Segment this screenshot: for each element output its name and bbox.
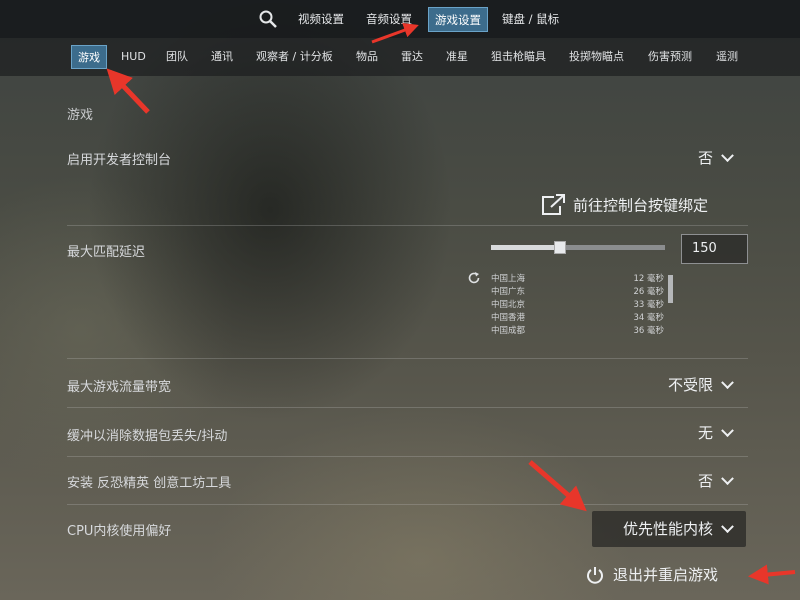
bandwidth-value: 不受限 <box>667 376 713 394</box>
max-ping-input[interactable]: 150 <box>681 234 748 264</box>
server-name: 中国成都 <box>491 326 526 336</box>
tab-audio-settings[interactable]: 音频设置 <box>360 7 418 32</box>
chevron-down-icon <box>721 520 734 534</box>
subtab-radar[interactable]: 雷达 <box>395 45 429 69</box>
server-ping-row: 中国广东 26 毫秒 <box>491 286 666 299</box>
server-name: 中国上海 <box>491 274 526 284</box>
server-name: 中国北京 <box>491 300 526 310</box>
restart-game-label: 退出并重启游戏 <box>613 566 719 584</box>
max-ping-label: 最大匹配延迟 <box>67 245 146 260</box>
tab-keyboard-mouse[interactable]: 键盘 / 鼠标 <box>496 7 565 32</box>
subtab-team[interactable]: 团队 <box>160 45 194 69</box>
subtab-telemetry[interactable]: 遥测 <box>710 45 744 69</box>
tab-video-settings[interactable]: 视频设置 <box>292 7 350 32</box>
settings-category-bar: 游戏 HUD 团队 通讯 观察者 / 计分板 物品 雷达 准星 狙击枪瞄具 投掷… <box>0 38 800 76</box>
subtab-game[interactable]: 游戏 <box>71 45 107 69</box>
slider-fill <box>491 245 561 250</box>
section-title: 游戏 <box>67 108 94 123</box>
max-ping-slider[interactable] <box>491 245 665 250</box>
search-icon[interactable] <box>258 9 278 29</box>
server-ping: 34 毫秒 <box>633 313 664 323</box>
subtab-communication[interactable]: 通讯 <box>205 45 239 69</box>
server-ping-row: 中国北京 33 毫秒 <box>491 299 666 312</box>
chevron-down-icon <box>721 424 734 438</box>
buffer-label: 缓冲以消除数据包丢失/抖动 <box>67 429 228 444</box>
annotation-arrow <box>748 564 796 585</box>
subtab-sniper-scope[interactable]: 狙击枪瞄具 <box>485 45 552 69</box>
annotation-arrow <box>528 460 587 512</box>
subtab-grenade-aim[interactable]: 投掷物瞄点 <box>563 45 630 69</box>
buffer-value: 无 <box>697 424 713 442</box>
divider <box>67 456 748 457</box>
server-ping-row: 中国香港 34 毫秒 <box>491 312 666 325</box>
server-list-scrollbar[interactable] <box>668 275 673 303</box>
cpu-preference-dropdown[interactable]: 优先性能内核 <box>592 511 746 547</box>
buffer-dropdown[interactable]: 无 <box>697 418 734 448</box>
server-ping-row: 中国成都 36 毫秒 <box>491 325 666 338</box>
subtab-items[interactable]: 物品 <box>350 45 384 69</box>
bandwidth-label: 最大游戏流量带宽 <box>67 380 172 395</box>
subtab-spectator-scoreboard[interactable]: 观察者 / 计分板 <box>250 45 339 69</box>
server-ping-list: 中国上海 12 毫秒中国广东 26 毫秒中国北京 33 毫秒中国香港 34 毫秒中国成都… <box>491 273 666 338</box>
top-navigation-bar: 视频设置 音频设置 游戏设置 键盘 / 鼠标 <box>0 0 800 38</box>
console-binding-label: 前往控制台按键绑定 <box>573 196 709 215</box>
divider <box>67 358 748 359</box>
annotation-arrows <box>106 23 796 585</box>
dev-console-label: 启用开发者控制台 <box>67 153 172 168</box>
subtab-hud[interactable]: HUD <box>115 45 152 69</box>
divider <box>67 407 748 408</box>
workshop-tools-value: 否 <box>697 472 713 490</box>
divider <box>67 225 748 226</box>
chevron-down-icon <box>721 376 734 390</box>
max-ping-slider-thumb[interactable] <box>554 241 566 254</box>
bandwidth-dropdown[interactable]: 不受限 <box>667 370 734 400</box>
tab-game-settings[interactable]: 游戏设置 <box>428 7 488 32</box>
dev-console-value: 否 <box>697 149 713 167</box>
server-ping: 36 毫秒 <box>633 326 664 336</box>
divider <box>67 504 748 505</box>
console-binding-link[interactable]: 前往控制台按键绑定 <box>541 193 708 217</box>
annotation-arrow <box>106 68 150 114</box>
cpu-preference-label: CPU内核使用偏好 <box>67 524 172 539</box>
restart-game-button[interactable]: 退出并重启游戏 <box>585 564 718 585</box>
server-name: 中国广东 <box>491 287 526 297</box>
chevron-down-icon <box>721 149 734 163</box>
chevron-down-icon <box>721 472 734 486</box>
workshop-tools-label: 安装 反恐精英 创意工坊工具 <box>67 476 232 491</box>
power-icon <box>587 566 603 584</box>
subtab-damage-prediction[interactable]: 伤害预测 <box>642 45 698 69</box>
refresh-icon[interactable] <box>467 271 481 285</box>
server-name: 中国香港 <box>491 313 526 323</box>
server-ping: 12 毫秒 <box>633 274 664 284</box>
cpu-preference-value: 优先性能内核 <box>622 520 713 538</box>
dev-console-dropdown[interactable]: 否 <box>697 143 734 173</box>
subtab-crosshair[interactable]: 准星 <box>440 45 474 69</box>
external-link-icon <box>542 194 566 215</box>
workshop-tools-dropdown[interactable]: 否 <box>697 466 734 496</box>
server-ping-row: 中国上海 12 毫秒 <box>491 273 666 286</box>
server-ping: 26 毫秒 <box>633 287 664 297</box>
server-ping: 33 毫秒 <box>633 300 664 310</box>
